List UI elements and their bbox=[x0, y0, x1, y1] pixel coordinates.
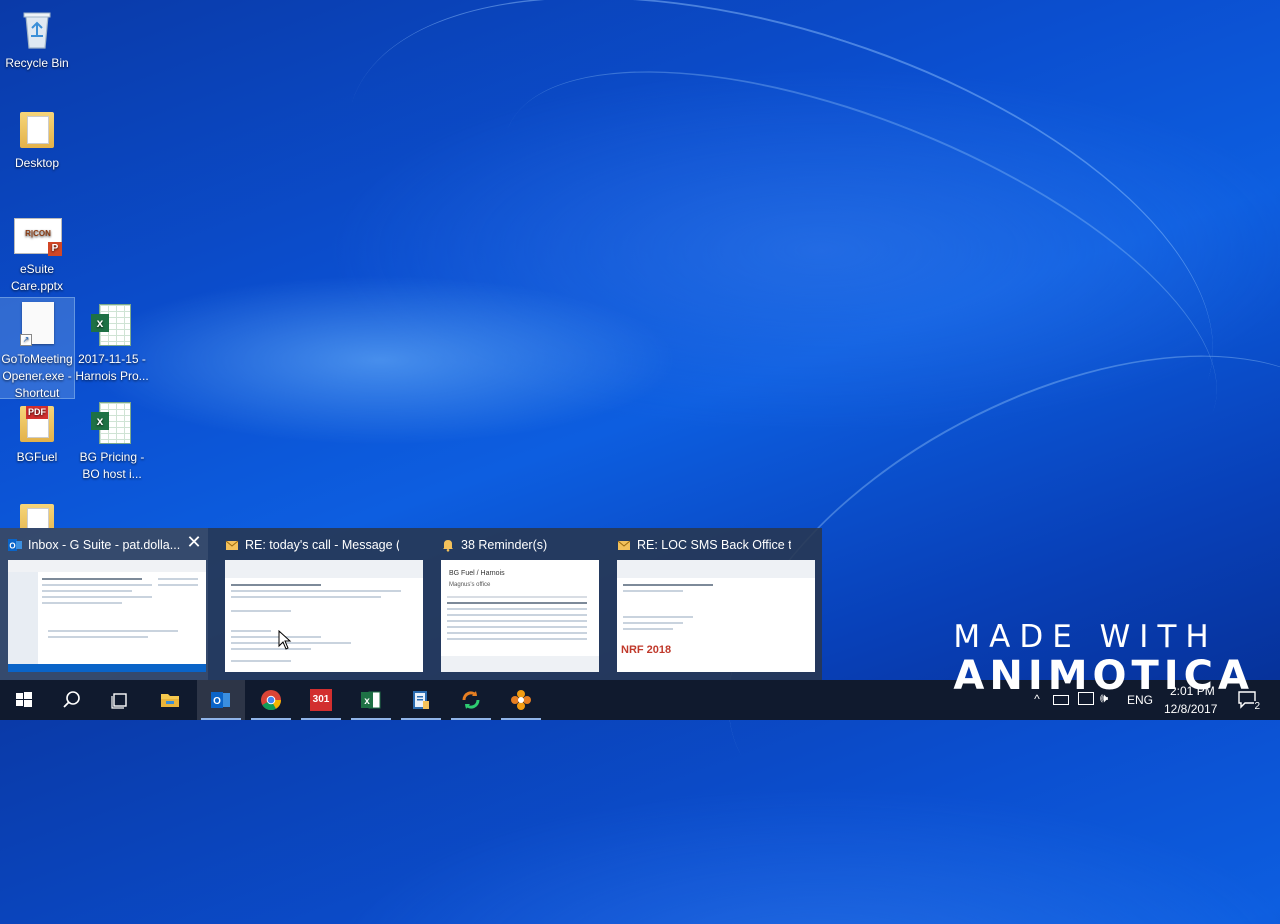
red-app-icon: 301 bbox=[310, 689, 332, 711]
preview-title-text: RE: today's call - Message (HT... bbox=[245, 538, 399, 552]
outlook-icon: O bbox=[211, 692, 230, 708]
powerpoint-file-icon: R|CON P bbox=[14, 212, 62, 258]
label-line: GoToMeeting bbox=[1, 352, 73, 366]
desktop-icon-label: BGFuel bbox=[16, 450, 58, 464]
label-line: BG Pricing - bbox=[79, 450, 145, 464]
shortcut-arrow-icon: ↗ bbox=[20, 334, 32, 346]
preview-title: RE: today's call - Message (HT... bbox=[225, 536, 399, 554]
watermark-line1: MADE WITH bbox=[953, 619, 1218, 655]
close-icon[interactable]: ✕ bbox=[186, 533, 202, 551]
preview-title-text: 38 Reminder(s) bbox=[461, 538, 548, 552]
wallpaper-streak bbox=[451, 0, 1269, 554]
preview-thumbnail bbox=[8, 560, 206, 672]
preview-thumbnail bbox=[225, 560, 423, 672]
taskbar-preview-flyout: O Inbox - G Suite - pat.dolla... ✕ RE: t… bbox=[0, 528, 822, 680]
bell-icon bbox=[441, 538, 455, 552]
outlook-taskbar-button[interactable]: O bbox=[197, 680, 245, 720]
pdf-badge: PDF bbox=[26, 406, 48, 419]
watermark: MADE WITH ANIMOTICA bbox=[953, 618, 1254, 696]
wallpaper-streak bbox=[286, 0, 1274, 581]
desktop-icon-bgfuel[interactable]: PDF BGFuel bbox=[0, 396, 74, 470]
pdf-folder-icon: PDF bbox=[14, 400, 60, 446]
svg-text:O: O bbox=[213, 696, 221, 707]
desktop-icon-gotomeeting-shortcut[interactable]: ↗ GoToMeeting Opener.exe - Shortcut bbox=[0, 297, 75, 400]
chrome-icon bbox=[261, 690, 282, 711]
preview-title-text: Inbox - G Suite - pat.dolla... bbox=[28, 538, 181, 552]
mouse-cursor-icon bbox=[278, 630, 292, 650]
preview-title: RE: LOC SMS Back Office to IB... bbox=[617, 536, 791, 554]
preview-title: 38 Reminder(s) bbox=[441, 536, 615, 554]
flower-app-taskbar-button[interactable] bbox=[497, 680, 545, 720]
desktop-icon-harnois-excel[interactable]: x 2017-11-15 - Harnois Pro... bbox=[75, 298, 149, 384]
excel-taskbar-button[interactable]: x bbox=[347, 680, 395, 720]
windows-start-icon bbox=[16, 692, 32, 707]
preview-title-text: RE: LOC SMS Back Office to IB... bbox=[637, 538, 791, 552]
desktop-icon-esuite-care[interactable]: R|CON P eSuite Care.pptx bbox=[0, 208, 74, 294]
label-line: BO host i... bbox=[82, 467, 142, 481]
search-button[interactable] bbox=[48, 680, 96, 720]
folder-icon bbox=[14, 498, 60, 528]
shortcut-file-icon: ↗ bbox=[14, 302, 60, 348]
reminder-location: Magnus's office bbox=[449, 582, 491, 588]
flower-app-icon bbox=[511, 690, 531, 710]
desktop-icon-label: BG Pricing - BO host i... bbox=[75, 449, 149, 483]
outlook-icon: O bbox=[8, 538, 22, 552]
preview-thumbnail: BG Fuel / Harnois Magnus's office bbox=[441, 560, 599, 672]
folder-icon bbox=[161, 694, 179, 707]
file-explorer-button[interactable] bbox=[146, 680, 194, 720]
desktop-icon-bg-pricing-excel[interactable]: x BG Pricing - BO host i... bbox=[75, 396, 149, 482]
excel-icon: x bbox=[361, 691, 381, 709]
desktop-icon-label: 2017-11-15 - Harnois Pro... bbox=[75, 351, 149, 385]
document-app-taskbar-button[interactable] bbox=[397, 680, 445, 720]
clock-date[interactable]: 12/8/2017 bbox=[1164, 702, 1217, 716]
document-app-icon bbox=[413, 691, 429, 709]
label-line: Opener.exe - bbox=[2, 369, 72, 383]
reminder-subject: BG Fuel / Harnois bbox=[449, 570, 505, 577]
preview-window-todays-call[interactable]: RE: today's call - Message (HT... bbox=[217, 528, 425, 680]
task-view-icon bbox=[111, 693, 127, 709]
start-button[interactable] bbox=[0, 680, 48, 720]
chrome-taskbar-button[interactable] bbox=[247, 680, 295, 720]
red-app-label: 301 bbox=[312, 694, 330, 705]
nrf-logo-text: NRF 2018 bbox=[621, 644, 672, 656]
envelope-icon bbox=[225, 538, 239, 552]
preview-window-loc-sms[interactable]: RE: LOC SMS Back Office to IB... NRF 201… bbox=[609, 528, 817, 680]
sync-app-icon bbox=[462, 691, 480, 709]
excel-file-icon: x bbox=[89, 302, 135, 348]
preview-thumbnail: NRF 2018 bbox=[617, 560, 815, 672]
label-line: 2017-11-15 - bbox=[78, 352, 146, 366]
desktop-icon-recycle-bin[interactable]: Recycle Bin bbox=[0, 2, 74, 76]
preview-window-inbox[interactable]: O Inbox - G Suite - pat.dolla... ✕ bbox=[0, 528, 208, 680]
sync-app-taskbar-button[interactable] bbox=[447, 680, 495, 720]
svg-text:O: O bbox=[9, 542, 15, 551]
recycle-bin-icon bbox=[14, 6, 60, 52]
excel-file-icon: x bbox=[89, 400, 135, 446]
desktop-icon-partial-folder[interactable] bbox=[0, 494, 74, 528]
red-app-taskbar-button[interactable]: 301 bbox=[297, 680, 345, 720]
desktop-icon-label: Desktop bbox=[14, 156, 60, 170]
desktop-icon-label: Recycle Bin bbox=[5, 56, 69, 70]
preview-title: O Inbox - G Suite - pat.dolla... bbox=[8, 536, 182, 554]
task-view-button[interactable] bbox=[96, 680, 144, 720]
envelope-icon bbox=[617, 538, 631, 552]
notification-count: 2 bbox=[1254, 701, 1260, 712]
desktop-icon-label: GoToMeeting Opener.exe - Shortcut bbox=[0, 351, 74, 402]
search-icon bbox=[63, 691, 80, 708]
label-line: Harnois Pro... bbox=[75, 369, 149, 383]
watermark-line2: ANIMOTICA bbox=[953, 653, 1254, 699]
desktop-icon-label: eSuite Care.pptx bbox=[10, 262, 64, 293]
svg-text:x: x bbox=[364, 696, 370, 707]
desktop-icon-desktop-folder[interactable]: Desktop bbox=[0, 102, 74, 176]
folder-icon bbox=[14, 106, 60, 152]
